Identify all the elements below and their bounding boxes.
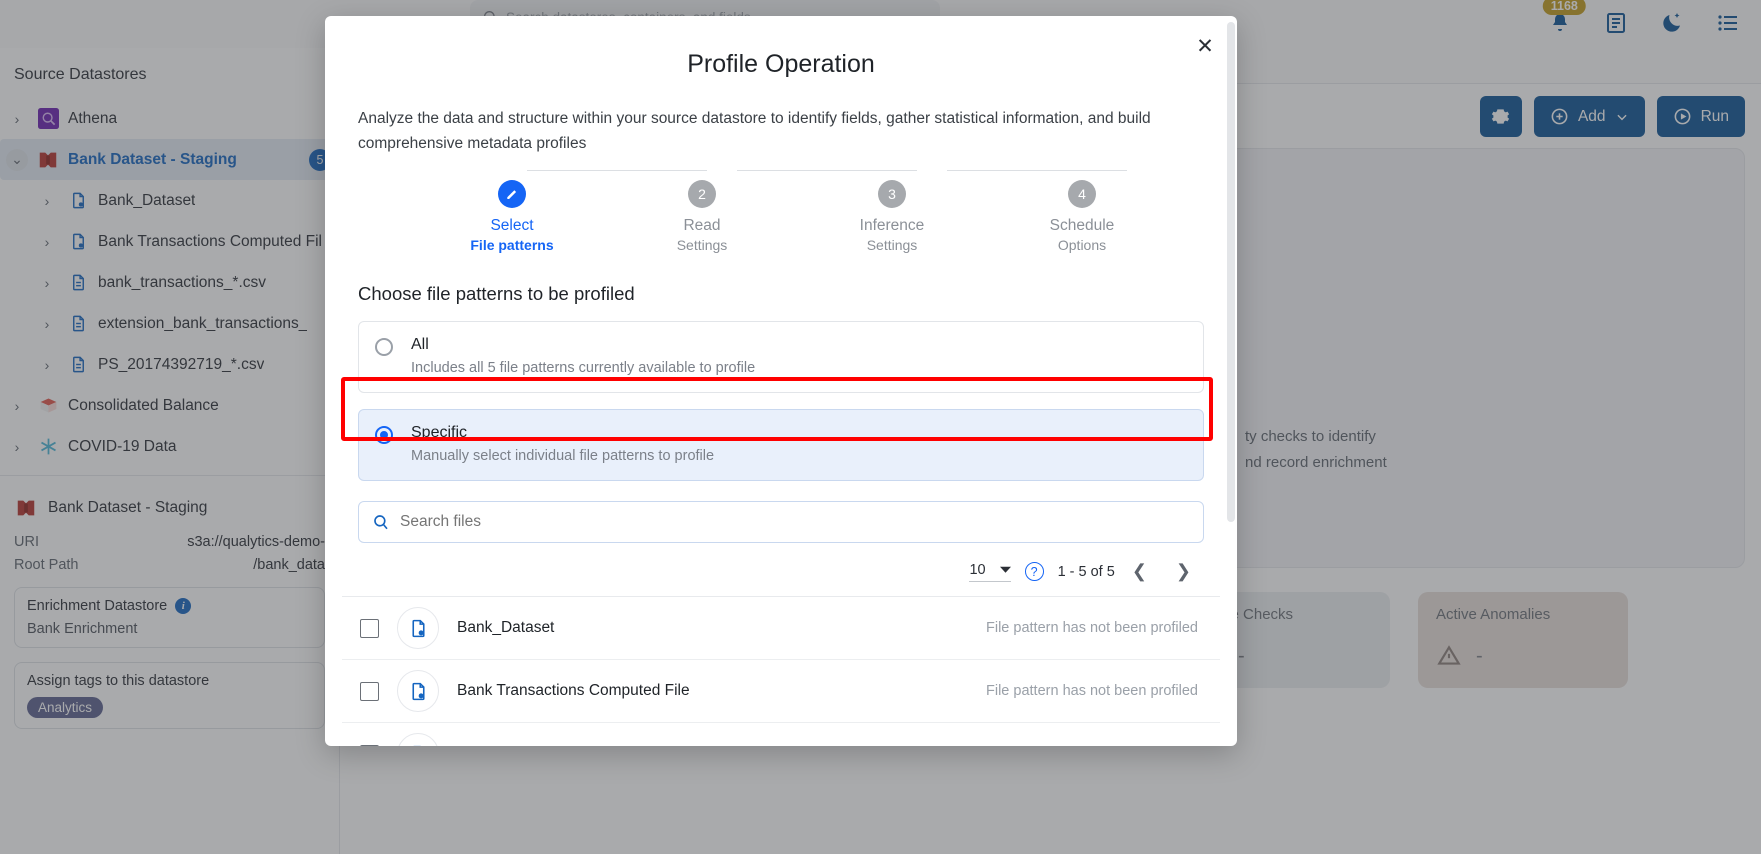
step-3-line2: Settings (866, 237, 918, 253)
step-connector-1 (527, 170, 707, 171)
search-icon (374, 515, 388, 530)
chevron-right-icon[interactable]: ❯ (1164, 561, 1194, 582)
file-row-checkbox[interactable] (360, 618, 379, 638)
wizard-stepper: Select File patterns 2 Read Settings 3 I… (342, 156, 1220, 253)
page-size-value: 10 (969, 561, 986, 578)
pagination-range: 1 - 5 of 5 (1057, 563, 1115, 580)
step-3-line1: Inference (859, 217, 925, 234)
radio-specific-title: Specific (411, 424, 468, 441)
step-select-file-patterns[interactable]: Select File patterns (452, 180, 572, 253)
page-size-select[interactable]: 10 (969, 561, 1011, 582)
chevron-left-icon[interactable]: ❮ (1129, 561, 1150, 582)
file-row-name: bank_transactions_*.csv (457, 745, 625, 746)
file-row-status: File pattern has not been profiled (986, 683, 1198, 699)
close-icon[interactable]: ✕ (1189, 30, 1221, 62)
chevron-down-icon (999, 566, 1011, 573)
section-title: Choose file patterns to be profiled (358, 283, 635, 304)
file-row-checkbox[interactable] (360, 744, 379, 746)
computed-file-glyph (411, 619, 425, 637)
step-inference-settings[interactable]: 3 Inference Settings (832, 180, 952, 253)
radio-option-all[interactable]: All Includes all 5 file patterns current… (358, 321, 1204, 393)
pagination-bar: 10 ? 1 - 5 of 5 ❮ ❯ (342, 543, 1220, 582)
computed-file-glyph (411, 682, 425, 700)
file-pattern-list: Bank_Dataset File pattern has not been p… (342, 596, 1220, 746)
step-4-circle: 4 (1068, 180, 1096, 208)
step-connector-2 (737, 170, 917, 171)
radio-option-specific[interactable]: Specific Manually select individual file… (358, 409, 1204, 481)
step-2-line2: Settings (676, 237, 728, 253)
file-row-name: Bank Transactions Computed File (457, 682, 690, 699)
step-1-line1: Select (490, 217, 534, 234)
pencil-icon (507, 190, 517, 199)
step-3-circle: 3 (878, 180, 906, 208)
step-connector-3 (947, 170, 1127, 171)
file-row-name: Bank_Dataset (457, 619, 555, 636)
file-search-box[interactable] (358, 501, 1204, 543)
radio-specific-indicator[interactable] (375, 426, 393, 444)
step-2-line1: Read (683, 217, 721, 234)
modal-description: Analyze the data and structure within yo… (358, 110, 1151, 152)
search-files-input[interactable] (400, 513, 1190, 531)
radio-all-indicator[interactable] (375, 338, 393, 356)
step-2-circle: 2 (688, 180, 716, 208)
modal-title: Profile Operation (687, 50, 875, 78)
radio-all-title: All (411, 336, 429, 353)
step-read-settings[interactable]: 2 Read Settings (642, 180, 762, 253)
table-row[interactable]: bank_transactions_*.csv File pattern has… (342, 723, 1220, 746)
file-row-status: File pattern has not been profiled (986, 620, 1198, 636)
step-4-line2: Options (1057, 237, 1107, 253)
step-4-line1: Schedule (1049, 217, 1115, 234)
step-1-line2: File patterns (470, 237, 554, 253)
computed-file-icon (397, 607, 439, 649)
computed-file-icon (397, 670, 439, 712)
radio-specific-subtitle: Manually select individual file patterns… (411, 448, 715, 464)
radio-all-subtitle: Includes all 5 file patterns currently a… (411, 360, 756, 376)
file-glyph (412, 745, 421, 746)
table-row[interactable]: Bank_Dataset File pattern has not been p… (342, 597, 1220, 660)
step-1-circle (498, 180, 526, 208)
step-schedule-options[interactable]: 4 Schedule Options (1022, 180, 1142, 253)
profile-operation-modal: ✕ Profile Operation Analyze the data and… (325, 16, 1237, 746)
file-row-checkbox[interactable] (360, 681, 379, 701)
table-row[interactable]: Bank Transactions Computed File File pat… (342, 660, 1220, 723)
radio-specific-dot (380, 431, 388, 439)
help-circle-icon[interactable]: ? (1024, 562, 1044, 581)
file-icon (397, 733, 439, 746)
modal-scrollbar[interactable] (1227, 22, 1235, 522)
